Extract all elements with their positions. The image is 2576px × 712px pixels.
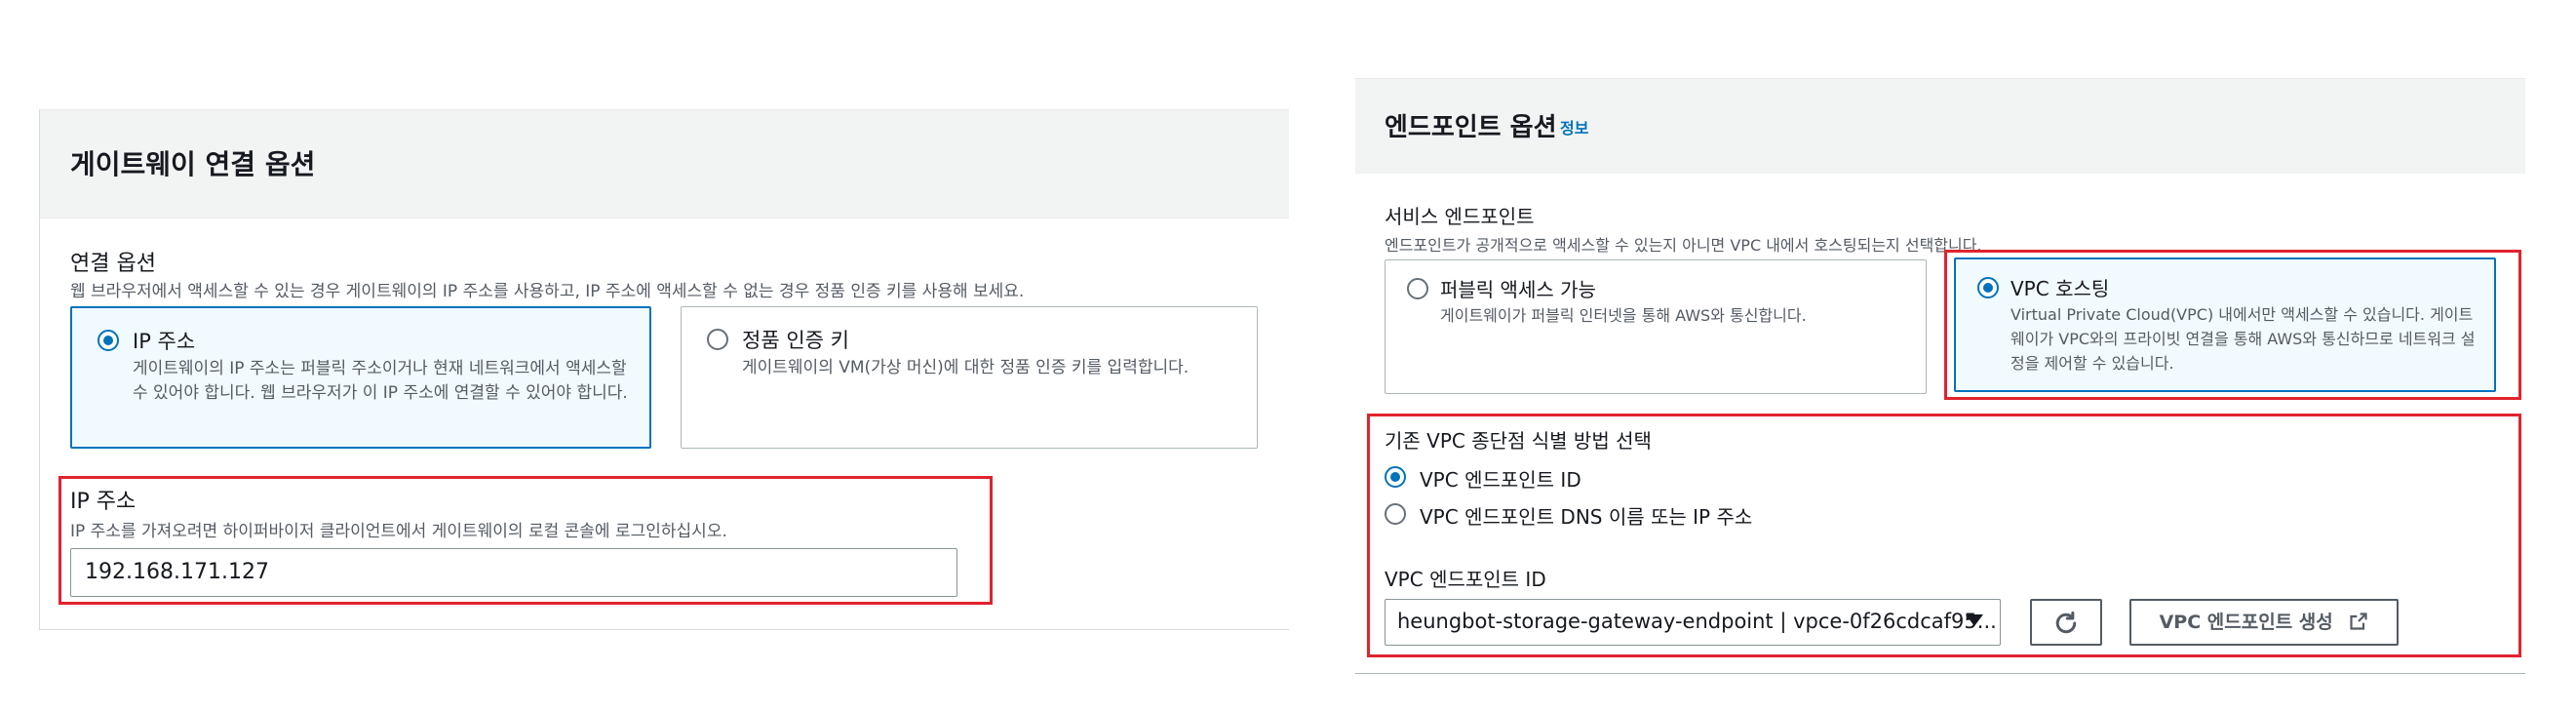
caret-down-icon[interactable]: [1966, 614, 1983, 626]
activation-key-radio[interactable]: [707, 329, 728, 350]
endpoint-options-bottom-border: [1355, 673, 2525, 674]
create-vpc-endpoint-button[interactable]: VPC 엔드포인트 생성: [2129, 599, 2399, 646]
refresh-button[interactable]: [2030, 599, 2102, 646]
dns-radio[interactable]: [1385, 503, 1406, 525]
option-tile-ip-address[interactable]: IP 주소 게이트웨이의 IP 주소는 퍼블릭 주소이거나 현재 네트워크에서 …: [70, 306, 651, 449]
endpoint-id-radio[interactable]: [1385, 466, 1406, 488]
create-vpc-endpoint-label: VPC 엔드포인트 생성: [2159, 612, 2333, 633]
vpc-hosting-option-title: VPC 호스팅: [2010, 277, 2110, 300]
connection-option-desc: 웹 브라우저에서 액세스할 수 있는 경우 게이트웨이의 IP 주소를 사용하고…: [70, 282, 1025, 301]
endpoint-id-select-value: heungbot-storage-gateway-endpoint | vpce…: [1397, 610, 1997, 633]
ip-address-input[interactable]: 192.168.171.127: [70, 548, 957, 597]
option-tile-vpc-hosting[interactable]: VPC 호스팅 Virtual Private Cloud(VPC) 내에서만 …: [1954, 257, 2496, 392]
info-link[interactable]: 정보: [1560, 115, 1588, 138]
option-tile-public[interactable]: 퍼블릭 액세스 가능 게이트웨이가 퍼블릭 인터넷을 통해 AWS와 통신합니다…: [1385, 259, 1927, 394]
service-endpoint-label: 서비스 엔드포인트: [1385, 205, 1535, 228]
activation-key-option-desc: 게이트웨이의 VM(가상 머신)에 대한 정품 인증 키를 입력합니다.: [742, 358, 1190, 377]
identify-method-label: 기존 VPC 종단점 식별 방법 선택: [1385, 429, 1652, 453]
endpoint-id-option-label: VPC 엔드포인트 ID: [1420, 468, 1581, 492]
endpoint-id-label: VPC 엔드포인트 ID: [1385, 568, 1546, 591]
connection-option-label: 연결 옵션: [70, 252, 156, 276]
vpc-hosting-radio[interactable]: [1977, 277, 1999, 298]
activation-key-option-title: 정품 인증 키: [742, 329, 849, 352]
service-endpoint-desc: 엔드포인트가 공개적으로 액세스할 수 있는지 아니면 VPC 내에서 호스팅되…: [1385, 236, 1982, 255]
gateway-connection-title: 게이트웨이 연결 옵션: [70, 148, 316, 180]
external-link-icon: [2350, 613, 2367, 630]
ip-address-desc: IP 주소를 가져오려면 하이퍼바이저 클라이언트에서 게이트웨이의 로컬 콘솔…: [70, 522, 727, 541]
public-option-title: 퍼블릭 액세스 가능: [1440, 278, 1596, 301]
refresh-icon: [2055, 611, 2077, 634]
public-option-desc: 게이트웨이가 퍼블릭 인터넷을 통해 AWS와 통신합니다.: [1440, 306, 1807, 325]
ip-address-option-desc: 게이트웨이의 IP 주소는 퍼블릭 주소이거나 현재 네트워크에서 액세스할 수…: [133, 359, 628, 403]
identify-option-dns[interactable]: VPC 엔드포인트 DNS 이름 또는 IP 주소: [1385, 501, 2067, 531]
endpoint-id-select[interactable]: heungbot-storage-gateway-endpoint | vpce…: [1385, 599, 2001, 646]
ip-address-radio[interactable]: [98, 330, 119, 351]
dns-option-label: VPC 엔드포인트 DNS 이름 또는 IP 주소: [1420, 505, 1753, 529]
public-radio[interactable]: [1407, 278, 1428, 299]
endpoint-options-title: 엔드포인트 옵션: [1385, 113, 1557, 142]
vpc-hosting-option-desc: Virtual Private Cloud(VPC) 내에서만 액세스할 수 있…: [2010, 305, 2476, 373]
identify-option-endpoint-id[interactable]: VPC 엔드포인트 ID: [1385, 464, 2067, 494]
option-tile-activation-key[interactable]: 정품 인증 키 게이트웨이의 VM(가상 머신)에 대한 정품 인증 키를 입력…: [681, 306, 1258, 449]
ip-address-label: IP 주소: [70, 490, 137, 514]
ip-address-option-title: IP 주소: [133, 330, 196, 353]
